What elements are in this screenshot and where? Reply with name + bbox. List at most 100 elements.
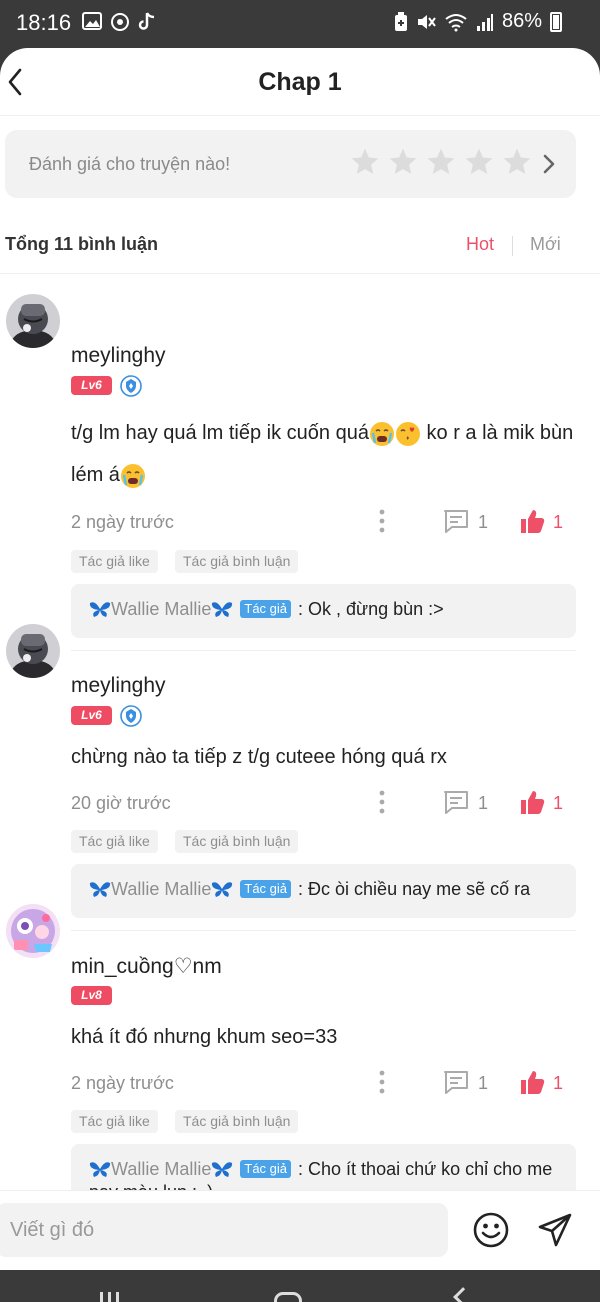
star-icon[interactable] <box>425 146 457 178</box>
signal-icon <box>476 13 493 31</box>
author-liked-tag: Tác giả like <box>71 830 158 853</box>
camera-app-icon <box>111 13 129 31</box>
author-badge: Tác giả <box>240 880 292 898</box>
username[interactable]: meylinghy <box>71 674 166 698</box>
gallery-icon <box>82 12 102 30</box>
shield-icon <box>120 375 142 397</box>
star-icon[interactable] <box>501 146 533 178</box>
status-bar: 18:16 86% <box>0 0 600 48</box>
reply-icon[interactable] <box>442 508 470 534</box>
comment-input[interactable] <box>0 1203 448 1257</box>
more-options-icon[interactable] <box>372 1069 392 1095</box>
wifi-icon <box>445 13 467 31</box>
comment-divider <box>71 650 576 651</box>
comments-divider <box>0 273 600 274</box>
level-badge: Lv6 <box>71 706 112 725</box>
butterfly-icon <box>212 882 233 897</box>
reply-author[interactable]: Wallie Mallie <box>111 1159 211 1179</box>
level-badge: Lv8 <box>71 986 112 1005</box>
thumbs-up-icon[interactable] <box>518 507 546 535</box>
sort-hot-tab[interactable]: Hot <box>466 234 494 255</box>
avatar[interactable] <box>6 294 60 348</box>
notification-icons <box>82 12 156 32</box>
comment-count: Tổng 11 bình luận <box>5 234 158 254</box>
app-screen: Chap 1 Đánh giá cho truyện nào! Tổng 11 … <box>0 48 600 1270</box>
reply-author[interactable]: Wallie Mallie <box>111 599 211 619</box>
author-badge: Tác giả <box>240 600 292 618</box>
thumbs-up-icon[interactable] <box>518 788 546 816</box>
author-liked-tag: Tác giả like <box>71 550 158 573</box>
author-commented-tag: Tác giả bình luận <box>175 550 299 573</box>
rating-stars <box>349 146 533 178</box>
like-count: 1 <box>553 793 564 813</box>
chevron-right-icon[interactable] <box>537 150 561 178</box>
author-liked-tag: Tác giả like <box>71 1110 158 1133</box>
sort-new-tab[interactable]: Mới <box>530 234 561 255</box>
top-bar: Chap 1 <box>0 48 600 118</box>
thumbs-up-icon[interactable] <box>518 1068 546 1096</box>
reply-icon[interactable] <box>442 1069 470 1095</box>
avatar[interactable] <box>6 904 60 958</box>
reply-text: Wallie Mallie Tác giả : Đc òi chiều nay … <box>89 878 559 901</box>
star-icon[interactable] <box>349 146 381 178</box>
comment-divider <box>71 930 576 931</box>
butterfly-icon <box>89 882 111 897</box>
comment-text: khá ít đó nhưng khum seo=33 <box>71 1026 338 1048</box>
comments-header: Tổng 11 bình luận Hot Mới <box>0 224 600 264</box>
comment-text: chừng nào ta tiếp z t/g cuteee hóng quá … <box>71 746 447 768</box>
system-icons: 86% <box>394 10 562 33</box>
comment-time: 20 giờ trước <box>71 793 171 813</box>
reply-icon[interactable] <box>442 789 470 815</box>
reply-text: Wallie Mallie Tác giả : Ok , đừng bùn :> <box>89 598 559 621</box>
rating-panel[interactable]: Đánh giá cho truyện nào! <box>5 130 576 198</box>
tiktok-icon <box>138 12 155 30</box>
avatar[interactable] <box>6 624 60 678</box>
page-title: Chap 1 <box>258 68 342 96</box>
author-commented-tag: Tác giả bình luận <box>175 830 299 853</box>
mute-icon <box>417 14 436 29</box>
comment-text: t/g lm hay quá lm tiếp ik cuốn quá ko r … <box>71 412 581 496</box>
reply-count: 1 <box>478 1073 489 1093</box>
butterfly-icon <box>212 602 233 617</box>
reply-count: 1 <box>478 793 489 813</box>
home-icon[interactable] <box>274 1292 302 1302</box>
kissing-face-icon <box>395 421 420 446</box>
like-count: 1 <box>553 512 564 532</box>
system-nav-bar <box>0 1270 600 1302</box>
system-back-icon[interactable] <box>453 1287 473 1302</box>
more-options-icon[interactable] <box>372 789 392 815</box>
status-time: 18:16 <box>16 10 72 35</box>
comment-time: 2 ngày trước <box>71 1073 174 1093</box>
username[interactable]: meylinghy <box>71 344 166 368</box>
battery-saver-icon <box>394 11 407 31</box>
more-options-icon[interactable] <box>372 508 392 534</box>
butterfly-icon <box>212 1162 233 1177</box>
emoji-icon[interactable] <box>472 1211 510 1249</box>
butterfly-icon <box>89 1162 111 1177</box>
rating-prompt: Đánh giá cho truyện nào! <box>29 154 231 174</box>
recent-apps-icon[interactable] <box>100 1292 119 1302</box>
author-commented-tag: Tác giả bình luận <box>175 1110 299 1133</box>
crying-face-icon <box>120 463 145 488</box>
comment-text-part: t/g lm hay quá lm tiếp ik cuốn quá <box>71 422 369 444</box>
battery-icon <box>550 11 562 32</box>
comment-input-bar <box>0 1190 600 1270</box>
author-badge: Tác giả <box>240 1160 292 1178</box>
reply-message: : Đc òi chiều nay me sẽ cố ra <box>298 879 531 899</box>
star-icon[interactable] <box>463 146 495 178</box>
author-reply[interactable]: Wallie Mallie Tác giả : Đc òi chiều nay … <box>71 864 576 918</box>
author-reply[interactable]: Wallie Mallie Tác giả : Ok , đừng bùn :> <box>71 584 576 638</box>
level-badge: Lv6 <box>71 376 112 395</box>
username[interactable]: min_cuồng♡nm <box>71 954 222 979</box>
like-count: 1 <box>553 1073 564 1093</box>
star-icon[interactable] <box>387 146 419 178</box>
butterfly-icon <box>89 602 111 617</box>
sort-divider <box>512 236 513 256</box>
battery-percent: 86% <box>501 10 542 32</box>
comment-time: 2 ngày trước <box>71 512 174 532</box>
shield-icon <box>120 705 142 727</box>
reply-author[interactable]: Wallie Mallie <box>111 879 211 899</box>
reply-message: : Ok , đừng bùn :> <box>298 599 444 619</box>
send-icon[interactable] <box>536 1211 574 1249</box>
reply-count: 1 <box>478 512 489 532</box>
